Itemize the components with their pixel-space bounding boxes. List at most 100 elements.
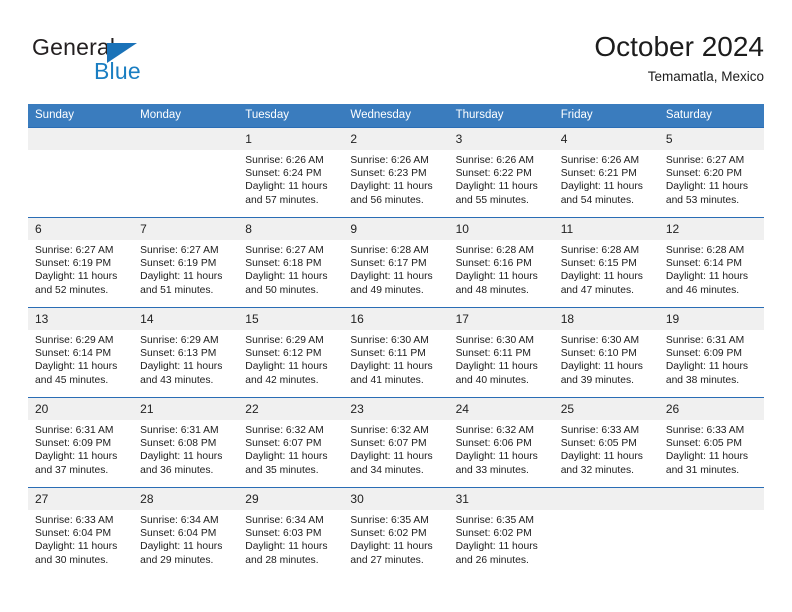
general-blue-logo[interactable]: General Blue <box>32 34 272 92</box>
calendar-day-cell[interactable]: 9 Sunrise: 6:28 AM Sunset: 6:17 PM Daylight… <box>343 217 449 308</box>
sunset-time: Sunset: 6:02 PM <box>455 528 532 540</box>
calendar-day-cell[interactable]: 8 Sunrise: 6:27 AM Sunset: 6:18 PM Daylight… <box>238 217 344 308</box>
sunrise-time: Sunrise: 6:33 AM <box>665 425 745 436</box>
daylight-duration-line-1: Daylight: 11 hours <box>350 271 433 283</box>
sunset-time: Sunset: 6:04 PM <box>35 528 112 540</box>
sunrise-time: Sunrise: 6:29 AM <box>245 335 324 346</box>
weekday-header-monday: Monday <box>133 104 239 128</box>
calendar-day-cell[interactable]: 1 Sunrise: 6:26 AM Sunset: 6:24 PM Daylight… <box>238 127 344 218</box>
day-details: Sunrise: 6:28 AM Sunset: 6:17 PM Daylight:… <box>343 240 448 297</box>
daylight-duration-line-1: Daylight: 11 hours <box>35 451 118 463</box>
calendar-day-cell[interactable]: 18 Sunrise: 6:30 AM Sunset: 6:10 PM Dayligh… <box>553 307 659 398</box>
calendar-day-cell[interactable]: 20 Sunrise: 6:31 AM Sunset: 6:09 PM Dayligh… <box>28 397 134 488</box>
sunrise-time: Sunrise: 6:29 AM <box>35 335 114 346</box>
calendar-header: Sunday Monday Tuesday Wednesday Thursday… <box>28 104 764 128</box>
sunrise-time: Sunrise: 6:29 AM <box>140 335 219 346</box>
sunrise-time: Sunrise: 6:27 AM <box>140 245 219 256</box>
calendar-day-cell[interactable]: 23 Sunrise: 6:32 AM Sunset: 6:07 PM Dayligh… <box>343 397 449 488</box>
calendar-day-cell[interactable]: 26 Sunrise: 6:33 AM Sunset: 6:05 PM Dayligh… <box>658 397 764 488</box>
daylight-duration-line-1: Daylight: 11 hours <box>140 451 223 463</box>
sunrise-time: Sunrise: 6:27 AM <box>665 155 745 166</box>
calendar-day-cell[interactable]: 22 Sunrise: 6:32 AM Sunset: 6:07 PM Dayligh… <box>238 397 344 488</box>
day-number: 17 <box>448 308 554 330</box>
sunrise-time: Sunrise: 6:26 AM <box>560 155 640 166</box>
sunset-time: Sunset: 6:03 PM <box>245 528 322 540</box>
calendar-day-cell[interactable]: 10 Sunrise: 6:28 AM Sunset: 6:16 PM Dayligh… <box>448 217 554 308</box>
day-details: Sunrise: 6:26 AM Sunset: 6:21 PM Daylight:… <box>554 150 659 207</box>
calendar-day-cell[interactable]: 5 Sunrise: 6:27 AM Sunset: 6:20 PM Daylight… <box>658 127 764 218</box>
calendar-day-cell[interactable]: 27 Sunrise: 6:33 AM Sunset: 6:04 PM Dayligh… <box>28 487 134 577</box>
calendar-day-cell[interactable]: 24 Sunrise: 6:32 AM Sunset: 6:06 PM Dayligh… <box>448 397 554 488</box>
sunset-time: Sunset: 6:19 PM <box>35 258 112 270</box>
calendar-day-cell[interactable]: 21 Sunrise: 6:31 AM Sunset: 6:08 PM Dayligh… <box>133 397 239 488</box>
day-details: Sunrise: 6:35 AM Sunset: 6:02 PM Daylight:… <box>449 510 554 567</box>
logo-text-blue: Blue <box>94 58 141 84</box>
calendar-day-cell[interactable]: 17 Sunrise: 6:30 AM Sunset: 6:11 PM Dayligh… <box>448 307 554 398</box>
sunrise-time: Sunrise: 6:32 AM <box>245 425 324 436</box>
calendar-day-cell[interactable]: 30 Sunrise: 6:35 AM Sunset: 6:02 PM Dayligh… <box>343 487 449 577</box>
daylight-duration-line-2: and 26 minutes. <box>455 554 529 566</box>
calendar-day-cell[interactable]: 16 Sunrise: 6:30 AM Sunset: 6:11 PM Dayligh… <box>343 307 449 398</box>
calendar-day-cell[interactable]: 11 Sunrise: 6:28 AM Sunset: 6:15 PM Dayligh… <box>553 217 659 308</box>
daylight-duration-line-1: Daylight: 11 hours <box>245 451 328 463</box>
page-subtitle: Temamatla, Mexico <box>647 69 764 84</box>
weekday-header-wednesday: Wednesday <box>343 104 449 128</box>
daylight-duration-line-1: Daylight: 11 hours <box>350 361 433 373</box>
calendar-day-cell[interactable]: 6 Sunrise: 6:27 AM Sunset: 6:19 PM Daylight… <box>28 217 134 308</box>
day-details: Sunrise: 6:30 AM Sunset: 6:11 PM Daylight:… <box>449 330 554 387</box>
day-number <box>28 128 134 150</box>
sunset-time: Sunset: 6:09 PM <box>35 438 112 450</box>
daylight-duration-line-1: Daylight: 11 hours <box>35 271 118 283</box>
calendar-day-cell[interactable]: 29 Sunrise: 6:34 AM Sunset: 6:03 PM Dayligh… <box>238 487 344 577</box>
sunset-time: Sunset: 6:14 PM <box>35 348 112 360</box>
day-number <box>658 488 764 510</box>
sunrise-time: Sunrise: 6:28 AM <box>560 245 640 256</box>
day-details: Sunrise: 6:26 AM Sunset: 6:23 PM Daylight:… <box>343 150 448 207</box>
weekday-header-row: Sunday Monday Tuesday Wednesday Thursday… <box>28 104 764 128</box>
daylight-duration-line-2: and 36 minutes. <box>140 464 214 476</box>
calendar-day-cell[interactable]: 15 Sunrise: 6:29 AM Sunset: 6:12 PM Dayligh… <box>238 307 344 398</box>
calendar-day-cell[interactable]: 2 Sunrise: 6:26 AM Sunset: 6:23 PM Daylight… <box>343 127 449 218</box>
weekday-header-friday: Friday <box>553 104 659 128</box>
daylight-duration-line-2: and 51 minutes. <box>140 284 214 296</box>
daylight-duration-line-2: and 46 minutes. <box>665 284 740 296</box>
day-number: 5 <box>658 128 764 150</box>
daylight-duration-line-1: Daylight: 11 hours <box>560 271 643 283</box>
day-details: Sunrise: 6:28 AM Sunset: 6:14 PM Daylight:… <box>659 240 764 297</box>
calendar-day-cell[interactable]: 13 Sunrise: 6:29 AM Sunset: 6:14 PM Dayligh… <box>28 307 134 398</box>
day-details: Sunrise: 6:26 AM Sunset: 6:24 PM Daylight:… <box>238 150 343 207</box>
daylight-duration-line-1: Daylight: 11 hours <box>665 451 749 463</box>
day-number: 10 <box>448 218 554 240</box>
sunset-time: Sunset: 6:07 PM <box>350 438 427 450</box>
calendar-day-cell[interactable]: 12 Sunrise: 6:28 AM Sunset: 6:14 PM Dayligh… <box>658 217 764 308</box>
weekday-header-thursday: Thursday <box>448 104 554 128</box>
calendar-day-cell[interactable]: 4 Sunrise: 6:26 AM Sunset: 6:21 PM Daylight… <box>553 127 659 218</box>
calendar-day-cell[interactable]: 19 Sunrise: 6:31 AM Sunset: 6:09 PM Dayligh… <box>658 307 764 398</box>
daylight-duration-line-1: Daylight: 11 hours <box>455 181 538 193</box>
calendar-day-cell[interactable]: 3 Sunrise: 6:26 AM Sunset: 6:22 PM Daylight… <box>448 127 554 218</box>
sunset-time: Sunset: 6:06 PM <box>455 438 532 450</box>
calendar-day-cell[interactable]: 14 Sunrise: 6:29 AM Sunset: 6:13 PM Dayligh… <box>133 307 239 398</box>
title-block: October 2024 Temamatla, Mexico <box>594 30 764 87</box>
daylight-duration-line-2: and 37 minutes. <box>35 464 109 476</box>
day-details: Sunrise: 6:32 AM Sunset: 6:07 PM Daylight:… <box>238 420 343 477</box>
sunset-time: Sunset: 6:16 PM <box>455 258 532 270</box>
calendar-day-cell[interactable]: 7 Sunrise: 6:27 AM Sunset: 6:19 PM Daylight… <box>133 217 239 308</box>
day-number: 12 <box>658 218 764 240</box>
sunset-time: Sunset: 6:11 PM <box>455 348 531 360</box>
calendar-day-cell[interactable]: 25 Sunrise: 6:33 AM Sunset: 6:05 PM Dayligh… <box>553 397 659 488</box>
daylight-duration-line-2: and 27 minutes. <box>350 554 424 566</box>
sunset-time: Sunset: 6:11 PM <box>350 348 426 360</box>
calendar-day-cell[interactable]: 31 Sunrise: 6:35 AM Sunset: 6:02 PM Dayligh… <box>448 487 554 577</box>
sunrise-time: Sunrise: 6:28 AM <box>350 245 429 256</box>
day-number <box>133 128 239 150</box>
sunset-time: Sunset: 6:12 PM <box>245 348 322 360</box>
sunrise-time: Sunrise: 6:35 AM <box>350 515 429 526</box>
sunset-time: Sunset: 6:23 PM <box>350 168 427 180</box>
day-number: 22 <box>238 398 344 420</box>
daylight-duration-line-2: and 34 minutes. <box>350 464 424 476</box>
calendar-day-cell[interactable]: 28 Sunrise: 6:34 AM Sunset: 6:04 PM Dayligh… <box>133 487 239 577</box>
daylight-duration-line-1: Daylight: 11 hours <box>350 541 433 553</box>
daylight-duration-line-2: and 57 minutes. <box>245 194 319 206</box>
sunset-time: Sunset: 6:02 PM <box>350 528 427 540</box>
